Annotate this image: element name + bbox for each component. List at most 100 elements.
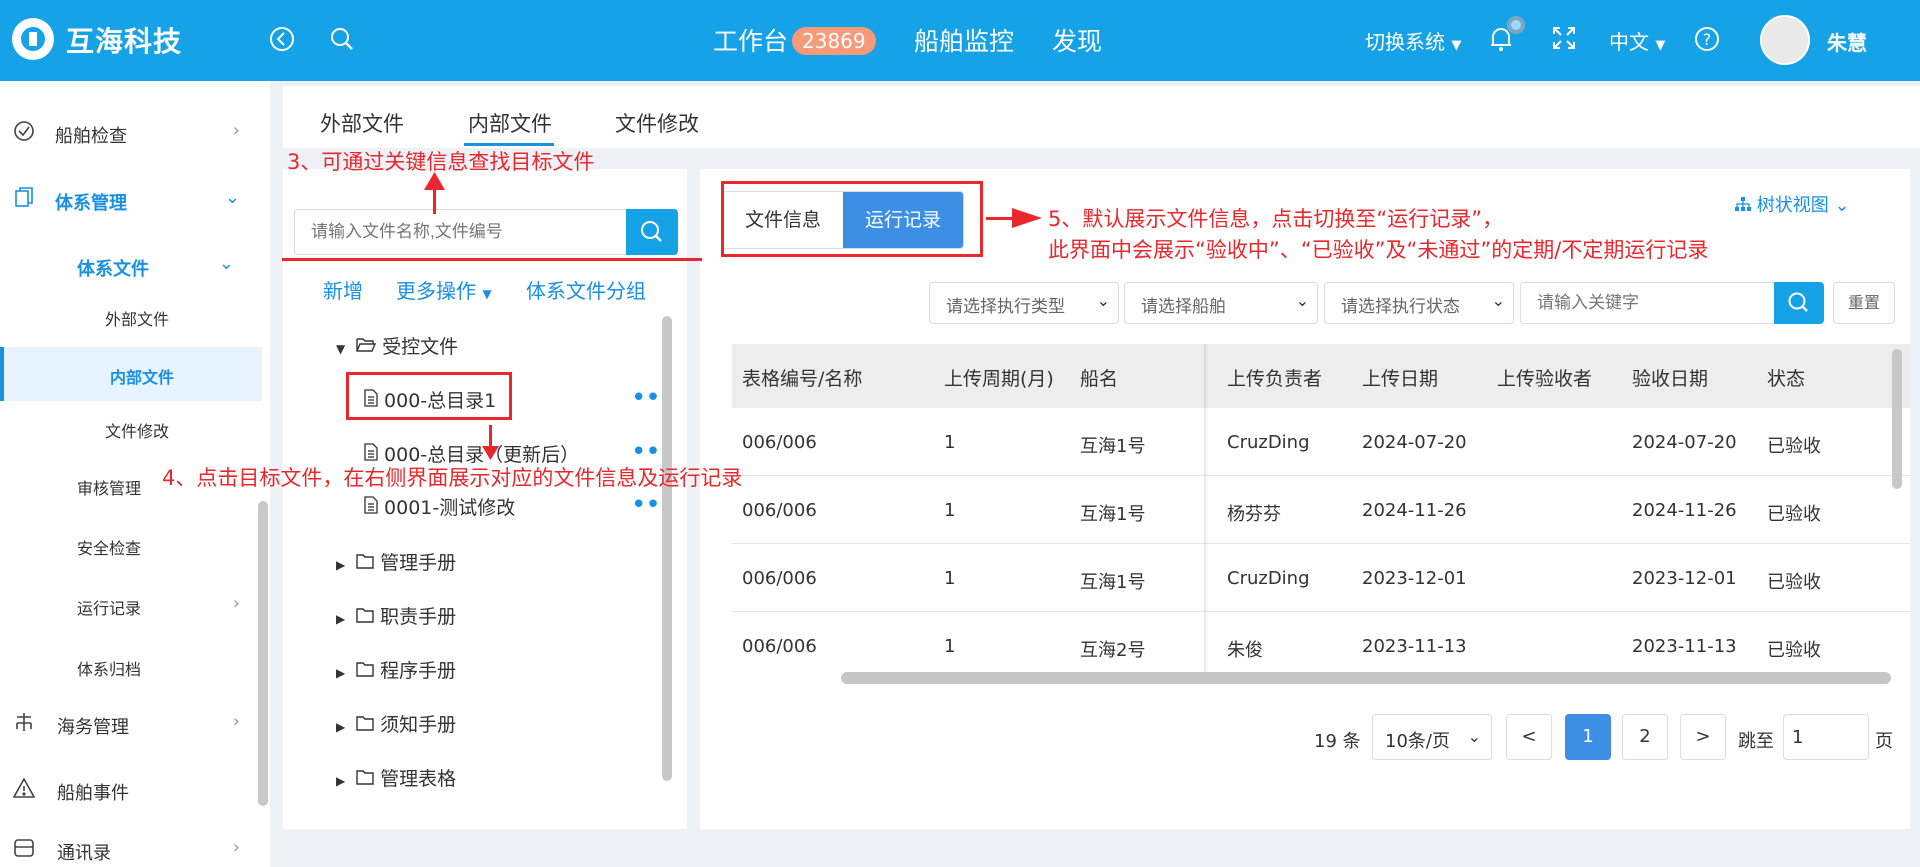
jump-label: 跳至 xyxy=(1738,731,1774,752)
cell-upload-date: 2023-12-01 xyxy=(1362,568,1467,589)
annotation-step-4: 4、点击目标文件，在右侧界面展示对应的文件信息及运行记录 xyxy=(162,466,743,490)
sidebar-scrollbar[interactable] xyxy=(258,501,268,806)
ship-select[interactable]: 请选择船舶 ⌄ xyxy=(1124,282,1318,324)
cell-status: 已验收 xyxy=(1767,504,1821,525)
sidebar-item-ship-events[interactable]: 船舶事件 xyxy=(0,769,262,809)
add-button[interactable]: 新增 xyxy=(323,275,363,304)
prev-page-button[interactable]: < xyxy=(1506,714,1552,760)
sidebar-item-safety-inspection[interactable]: 安全检查 xyxy=(0,525,262,565)
more-actions-dropdown[interactable]: 更多操作 ▼ xyxy=(396,275,492,304)
tab-file-modification[interactable]: 文件修改 xyxy=(615,108,699,138)
logo-icon xyxy=(12,18,54,60)
table-row[interactable]: 006/006 1 互海1号 杨芬芬 2024-11-26 2024-11-26… xyxy=(732,476,1910,544)
page-size-select[interactable]: 10条/页 ⌄ xyxy=(1372,714,1492,760)
annotation-highlight-segments xyxy=(721,181,983,257)
file-group-button[interactable]: 体系文件分组 xyxy=(526,275,646,304)
tree-scrollbar[interactable] xyxy=(662,316,672,781)
caret-down-icon: ▼ xyxy=(336,342,346,356)
annotation-step-5-line2: 此界面中会展示“验收中”、“已验收”及“未通过”的定期/不定期运行记录 xyxy=(1048,238,1709,262)
sidebar-item-system-files[interactable]: 体系文件 ⌄ xyxy=(0,245,262,285)
page-button-2[interactable]: 2 xyxy=(1622,714,1668,760)
keyword-search-button[interactable] xyxy=(1774,282,1824,324)
user-name[interactable]: 朱慧 xyxy=(1827,27,1867,56)
folder-icon xyxy=(356,714,374,736)
file-search-button[interactable] xyxy=(626,209,678,255)
folder-icon xyxy=(356,552,374,574)
jump-page-input[interactable]: 1 xyxy=(1783,714,1869,760)
table-horizontal-scrollbar[interactable] xyxy=(841,672,1891,684)
sidebar-item-internal-files[interactable]: 内部文件 xyxy=(0,347,262,401)
nav-ship-monitor[interactable]: 船舶监控 xyxy=(914,22,1014,58)
tree-label: 管理手册 xyxy=(380,552,457,574)
fullscreen-icon[interactable] xyxy=(1549,26,1579,56)
active-indicator xyxy=(0,347,4,401)
sidebar-item-system-management[interactable]: 体系管理 ⌄ xyxy=(0,179,262,219)
keyword-field[interactable] xyxy=(1520,282,1774,324)
exec-type-select[interactable]: 请选择执行类型 ⌄ xyxy=(929,282,1119,324)
tree-file-0001-test-modify[interactable]: 0001-测试修改 xyxy=(364,493,515,520)
file-search-field[interactable] xyxy=(294,209,626,255)
cell-accept-date: 2023-12-01 xyxy=(1632,568,1737,589)
nav-discover[interactable]: 发现 xyxy=(1052,22,1102,58)
contacts-icon xyxy=(12,837,36,861)
tree-folder-duty-manual[interactable]: ▶ 职责手册 xyxy=(336,602,456,629)
file-tabs: 外部文件 内部文件 文件修改 xyxy=(283,86,1920,148)
chevron-right-icon: › xyxy=(232,120,240,141)
avatar[interactable] xyxy=(1760,15,1810,65)
chevron-down-icon: ⌄ xyxy=(224,187,240,208)
chevron-down-icon: ⌄ xyxy=(218,253,234,274)
cell-upload-date: 2024-11-26 xyxy=(1362,500,1467,521)
cell-uploader: 杨芬芬 xyxy=(1227,504,1281,525)
caret-down-icon: ▼ xyxy=(1451,38,1462,53)
hierarchy-icon xyxy=(1735,195,1751,216)
folder-icon xyxy=(356,660,374,682)
sidebar-item-contacts[interactable]: 通讯录 › xyxy=(0,829,262,867)
cell-status: 已验收 xyxy=(1767,436,1821,457)
tree-folder-notice-manual[interactable]: ▶ 须知手册 xyxy=(336,710,456,737)
back-circle-icon[interactable] xyxy=(267,26,297,58)
sidebar-item-ship-inspection[interactable]: 船舶检查 › xyxy=(0,112,262,152)
folder-icon xyxy=(356,606,374,628)
tree-folder-procedure-manual[interactable]: ▶ 程序手册 xyxy=(336,656,456,683)
file-search-input[interactable] xyxy=(295,210,626,254)
tree-root-controlled-files[interactable]: ▼ 受控文件 xyxy=(336,332,458,359)
col-upload-date: 上传日期 xyxy=(1362,368,1439,390)
annotation-arrow-up-icon xyxy=(424,172,445,190)
switch-system-dropdown[interactable]: 切换系统 ▼ xyxy=(1365,26,1461,55)
cell-accept-date: 2023-11-13 xyxy=(1632,636,1737,657)
keyword-input[interactable] xyxy=(1521,283,1774,323)
warning-icon xyxy=(12,777,36,801)
exec-status-select[interactable]: 请选择执行状态 ⌄ xyxy=(1324,282,1514,324)
sidebar-item-label: 船舶检查 xyxy=(55,126,127,147)
chevron-right-icon: › xyxy=(232,711,240,732)
sidebar-item-label: 外部文件 xyxy=(105,310,170,329)
tab-external-files[interactable]: 外部文件 xyxy=(320,108,404,138)
page-button-1[interactable]: 1 xyxy=(1565,714,1611,760)
table-row[interactable]: 006/006 1 互海1号 CruzDing 2023-12-01 2023-… xyxy=(732,544,1910,612)
sidebar-item-operation-records[interactable]: 运行记录 › xyxy=(0,585,262,625)
table-row[interactable]: 006/006 1 互海2号 朱俊 2023-11-13 2023-11-13 … xyxy=(732,612,1910,674)
tree-view-toggle[interactable]: 树状视图 ⌄ xyxy=(1735,191,1850,217)
cell-ship-name: 互海1号 xyxy=(1080,436,1146,457)
reset-button[interactable]: 重置 xyxy=(1833,282,1895,324)
records-panel: 文件信息 运行记录 树状视图 ⌄ 请选择执行类型 ⌄ 请选择船舶 ⌄ 请选择执行… xyxy=(700,169,1910,829)
caret-right-icon: ▶ xyxy=(336,558,346,572)
search-icon[interactable] xyxy=(327,26,357,58)
sidebar-item-label: 安全检查 xyxy=(77,539,142,558)
nav-workbench[interactable]: 工作台 xyxy=(713,22,788,58)
sidebar-item-file-modification[interactable]: 文件修改 xyxy=(0,408,262,448)
tree-folder-management-manual[interactable]: ▶ 管理手册 xyxy=(336,548,456,575)
table-vertical-scrollbar[interactable] xyxy=(1892,349,1902,489)
sidebar-item-maritime-management[interactable]: 海务管理 › xyxy=(0,703,262,743)
tree-folder-management-forms[interactable]: ▶ 管理表格 xyxy=(336,764,456,791)
sidebar-item-system-archive[interactable]: 体系归档 xyxy=(0,646,262,686)
file-tree-panel: 新增 更多操作 ▼ 体系文件分组 ▼ 受控文件 000-总目录1 ••• 000… xyxy=(283,169,687,829)
tab-internal-files[interactable]: 内部文件 xyxy=(468,108,552,138)
table-row[interactable]: 006/006 1 互海1号 CruzDing 2024-07-20 2024-… xyxy=(732,408,1910,476)
brand-name: 互海科技 xyxy=(66,25,183,58)
help-icon[interactable]: ? xyxy=(1692,26,1722,58)
annotation-step-5-line1: 5、默认展示文件信息，点击切换至“运行记录”， xyxy=(1048,207,1504,231)
next-page-button[interactable]: > xyxy=(1680,714,1726,760)
sidebar-item-external-files[interactable]: 外部文件 xyxy=(0,296,262,336)
language-dropdown[interactable]: 中文 ▼ xyxy=(1609,26,1665,55)
